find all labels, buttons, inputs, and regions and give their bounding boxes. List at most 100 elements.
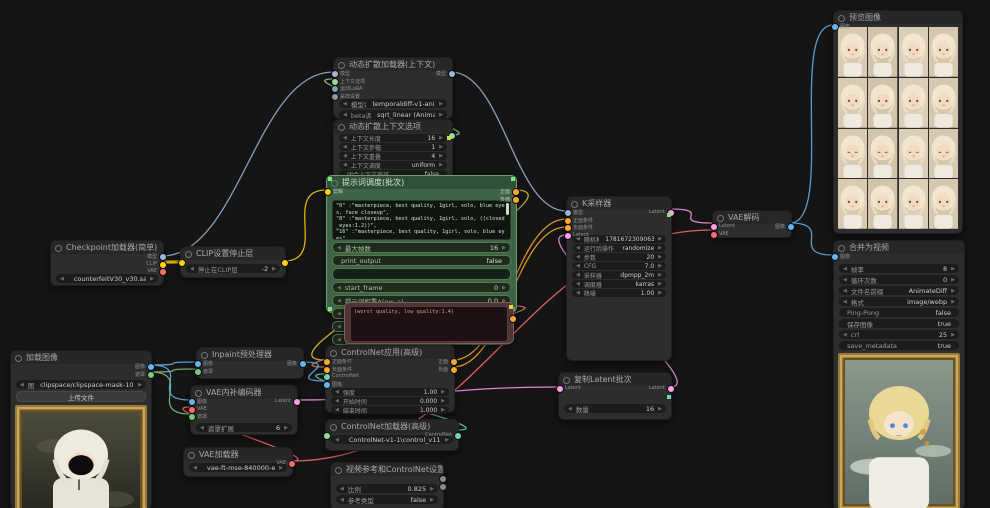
input-slot[interactable] [188,413,196,421]
decrement-arrow-icon[interactable]: ◀ [343,101,347,107]
input-slot[interactable] [194,360,202,368]
decrement-arrow-icon[interactable]: ◀ [60,276,64,282]
increment-arrow-icon[interactable]: ▶ [951,266,955,272]
input-slot[interactable] [831,253,839,261]
collapse-icon[interactable] [338,62,345,69]
decrement-arrow-icon[interactable]: ◀ [343,135,347,141]
collapse-icon[interactable] [195,390,202,397]
node-load-image[interactable]: 加载图像◀图像clipspace/clipspace-mask-10223745… [10,350,152,508]
combo-widget[interactable]: ◀vae-ft-mse-840000-ema-pruned.vae.safete… [189,463,287,472]
input-slot[interactable] [323,358,331,366]
decrement-arrow-icon[interactable]: ◀ [568,406,572,412]
output-slot[interactable] [439,483,447,491]
increment-arrow-icon[interactable]: ▶ [439,135,443,141]
number-widget[interactable]: ◀开始时间0.000▶ [331,397,449,405]
input-slot[interactable] [331,85,339,93]
combo-widget[interactable]: ◀运行后操作randomize▶ [572,244,666,252]
combo-widget[interactable]: ◀文件名前缀AnimateDiff▶ [839,286,959,295]
decrement-arrow-icon[interactable]: ◀ [340,486,344,492]
decrement-arrow-icon[interactable]: ◀ [335,398,339,404]
collapse-icon[interactable] [185,251,192,258]
increment-arrow-icon[interactable]: ▶ [439,144,443,150]
decrement-arrow-icon[interactable]: ◀ [343,112,347,118]
output-slot[interactable] [147,371,155,379]
node-vae-loader[interactable]: VAE加载器◀vae-ft-mse-840000-ema-pruned.vae.… [183,447,293,477]
output-slot[interactable] [509,315,517,323]
node-context-options[interactable]: 动态扩散上下文选项◀上下文长度16▶◀上下文步幅1▶◀上下文重叠4▶◀上下文调度… [333,119,453,179]
prompt-textarea[interactable]: (worst quality, low quality:1.4) [350,306,508,342]
output-slot[interactable] [512,188,520,196]
collapse-icon[interactable] [838,245,845,252]
increment-arrow-icon[interactable]: ▶ [430,486,434,492]
input-slot[interactable] [564,224,572,232]
decrement-arrow-icon[interactable]: ◀ [576,263,580,269]
combo-widget[interactable]: ◀格式image/webp▶ [839,297,959,306]
input-slot[interactable] [831,23,839,31]
node-inpaint-preprocessor[interactable]: Inpaint预处理器图像遮罩图像 [196,347,304,379]
button-widget[interactable]: 上传文件 [16,391,146,402]
increment-arrow-icon[interactable]: ▶ [284,425,288,431]
increment-arrow-icon[interactable]: ▶ [272,266,276,272]
increment-arrow-icon[interactable]: ▶ [951,277,955,283]
number-widget[interactable]: ◀强度1.00▶ [331,388,449,396]
decrement-arrow-icon[interactable]: ◀ [576,281,580,287]
increment-arrow-icon[interactable]: ▶ [658,281,662,287]
node-animatediff-loader[interactable]: 动态扩散加载器(上下文)◀模型名称temporaldiff-v1-animate… [333,57,453,119]
increment-arrow-icon[interactable]: ▶ [658,406,662,412]
decrement-arrow-icon[interactable]: ◀ [576,245,580,251]
number-widget[interactable]: ◀上下文长度16▶ [339,134,447,142]
increment-arrow-icon[interactable]: ▶ [441,407,445,413]
node-titlebar[interactable]: 动态扩散加载器(上下文) [334,58,452,71]
output-slot[interactable] [281,259,289,267]
increment-arrow-icon[interactable]: ▶ [138,382,142,388]
node-repeat-latent[interactable]: 复制Latent批次◀数量16▶LatentLatent [558,372,672,420]
input-slot[interactable] [323,432,331,440]
input-slot[interactable] [564,209,572,217]
combo-widget[interactable]: ◀参考类型false▶ [336,495,438,504]
number-widget[interactable]: ◀步数20▶ [572,253,666,261]
input-slot[interactable] [188,398,196,406]
decrement-arrow-icon[interactable]: ◀ [343,144,347,150]
number-widget[interactable]: ◀start_frame0▶ [332,282,511,293]
node-ksampler[interactable]: K采样器◀随机种178167230906374▶◀运行后操作randomize▶… [566,196,672,361]
node-titlebar[interactable]: 提示词调度(批次) [327,176,516,189]
number-widget[interactable]: ◀降噪1.00▶ [572,289,666,297]
decrement-arrow-icon[interactable]: ◀ [337,311,341,317]
node-titlebar[interactable]: 合并为视频 [834,241,964,254]
collapse-icon[interactable] [571,201,578,208]
input-slot[interactable] [564,232,572,240]
node-titlebar[interactable]: 动态扩散上下文选项 [334,120,452,133]
increment-arrow-icon[interactable]: ▶ [658,263,662,269]
increment-arrow-icon[interactable]: ▶ [430,497,434,503]
collapse-icon[interactable] [55,245,62,252]
toggle-widget[interactable]: save_metadatatrue [839,341,959,350]
node-prompt-schedule[interactable]: 提示词调度(批次)"0" :"masterpiece, best quality… [326,175,517,313]
node-controlnet-apply[interactable]: ControlNet应用(高级)◀强度1.00▶◀开始时间0.000▶◀结束时间… [325,345,455,413]
number-widget[interactable]: ◀CFG7.0▶ [572,262,666,270]
combo-widget[interactable]: ◀beta调度sqrt_linear (AnimateDiff)▶ [339,110,447,119]
combo-widget[interactable]: ◀counterfeitV30_v30.safetensors▶ [56,274,158,283]
node-titlebar[interactable]: CLIP设置停止层 [181,247,285,260]
output-slot[interactable] [147,363,155,371]
number-widget[interactable]: ◀结束时间1.000▶ [331,406,449,414]
increment-arrow-icon[interactable]: ▶ [439,101,443,107]
decrement-arrow-icon[interactable]: ◀ [337,245,341,251]
number-widget[interactable]: ◀上下文步幅1▶ [339,143,447,151]
decrement-arrow-icon[interactable]: ◀ [335,407,339,413]
decrement-arrow-icon[interactable]: ◀ [337,298,341,304]
node-graph-canvas[interactable]: 动态扩散加载器(上下文)◀模型名称temporaldiff-v1-animate… [0,0,990,508]
decrement-arrow-icon[interactable]: ◀ [843,299,847,305]
decrement-arrow-icon[interactable]: ◀ [343,153,347,159]
toggle-widget[interactable]: 保存图像true [839,319,959,328]
input-slot[interactable] [324,188,332,196]
collapse-icon[interactable] [331,180,338,187]
text-widget[interactable] [332,268,511,280]
output-slot[interactable] [288,460,296,468]
decrement-arrow-icon[interactable]: ◀ [335,389,339,395]
increment-arrow-icon[interactable]: ▶ [658,236,662,242]
input-slot[interactable] [323,381,331,389]
collapse-icon[interactable] [15,355,22,362]
node-checkpoint-loader[interactable]: Checkpoint加载器(简单)◀counterfeitV30_v30.saf… [50,240,164,286]
decrement-arrow-icon[interactable]: ◀ [343,162,347,168]
combo-widget[interactable]: ◀采样器dpmpp_2m▶ [572,271,666,279]
